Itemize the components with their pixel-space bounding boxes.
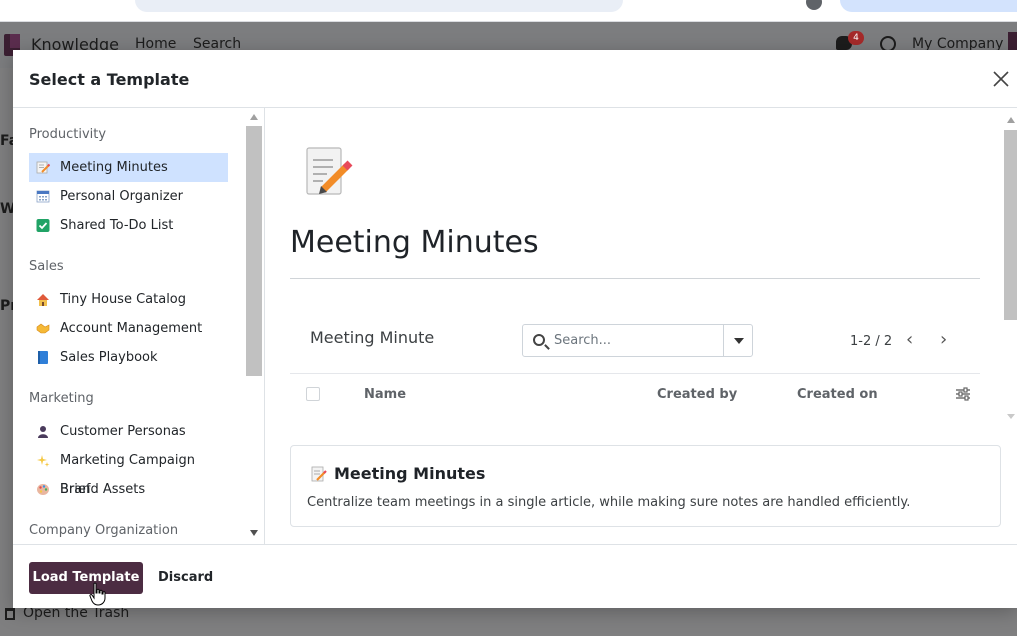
scroll-down-arrow-icon[interactable]	[1007, 414, 1015, 419]
template-preview[interactable]: Meeting Minutes Meeting Minute 1-2 / 2 ‹…	[266, 108, 1017, 544]
sidebar-item-tiny-house-catalog[interactable]: Tiny House Catalog	[29, 285, 228, 314]
card-description: Centralize team meetings in a single art…	[307, 495, 911, 510]
memo-icon	[36, 161, 50, 174]
search-options-dropdown[interactable]	[723, 325, 753, 356]
pager-value[interactable]: 1-2 / 2	[850, 334, 892, 349]
close-icon[interactable]	[991, 69, 1011, 89]
discard-button[interactable]: Discard	[158, 562, 218, 594]
section-sales: Sales	[29, 259, 64, 274]
sidebar-item-label: Customer Personas	[60, 424, 186, 439]
chevron-right-icon[interactable]: ›	[940, 330, 960, 350]
app-logo-accent	[10, 34, 20, 48]
sidebar-item-label: Brand Assets	[60, 482, 146, 497]
scroll-down-arrow-icon[interactable]	[250, 530, 258, 536]
list-header: Name Created by Created on	[290, 373, 980, 415]
sidebar-item-label: Account Management	[60, 321, 203, 336]
template-card[interactable]: Meeting Minutes Centralize team meetings…	[290, 445, 1001, 527]
sidebar-item-brand-assets[interactable]: Brand Assets	[29, 475, 228, 504]
column-created-by[interactable]: Created by	[657, 387, 737, 402]
search-icon	[533, 334, 545, 346]
person-silhouette-icon	[38, 426, 48, 438]
preview-scrollbar[interactable]	[1004, 130, 1017, 320]
scroll-up-arrow-icon[interactable]	[250, 114, 258, 120]
title-divider	[290, 278, 980, 279]
browser-toolbar	[0, 0, 1017, 22]
sidebar-item-meeting-minutes[interactable]: Meeting Minutes	[29, 153, 228, 182]
section-productivity: Productivity	[29, 127, 107, 142]
sidebar-item-customer-personas[interactable]: Customer Personas	[29, 417, 228, 446]
sidebar-item-marketing-campaign-brief[interactable]: Marketing Campaign Brief	[29, 446, 228, 497]
dialog-header: Select a Template	[13, 50, 1017, 108]
sidebar-item-account-management[interactable]: Account Management	[29, 314, 228, 343]
search-box	[522, 324, 753, 357]
palette-icon	[37, 484, 49, 495]
check-box-icon	[36, 219, 50, 232]
sparkles-icon	[37, 455, 50, 467]
memo-icon	[306, 147, 353, 195]
sidebar-item-label: Shared To-Do List	[60, 218, 174, 233]
hand-cursor-icon	[89, 582, 106, 606]
profile-avatar[interactable]	[806, 0, 822, 10]
address-bar[interactable]	[135, 0, 623, 12]
search-input[interactable]	[554, 325, 722, 356]
column-name[interactable]: Name	[364, 387, 406, 402]
sidebar-item-sales-playbook[interactable]: Sales Playbook	[29, 343, 228, 372]
browser-action-button[interactable]	[840, 0, 1017, 12]
blue-book-icon	[38, 351, 48, 364]
sidebar-item-label: Personal Organizer	[60, 189, 183, 204]
template-sidebar[interactable]: Productivity Meeting Minutes Personal Or…	[13, 108, 265, 544]
section-company-organization: Company Organization	[29, 523, 179, 538]
messages-badge: 4	[848, 31, 864, 45]
sidebar-item-label: Meeting Minutes	[60, 160, 168, 175]
select-all-checkbox[interactable]	[306, 387, 320, 401]
chevron-left-icon[interactable]: ‹	[906, 330, 926, 350]
house-icon	[37, 294, 49, 306]
handshake-icon	[36, 323, 50, 334]
sidebar-item-label: Sales Playbook	[60, 350, 158, 365]
column-created-on[interactable]: Created on	[797, 387, 878, 402]
trash-icon	[5, 608, 15, 620]
card-title: Meeting Minutes	[334, 464, 486, 483]
memo-icon	[311, 466, 327, 482]
preview-title: Meeting Minutes	[290, 225, 539, 260]
optional-columns-icon[interactable]	[955, 387, 971, 401]
load-template-button[interactable]: Load Template	[29, 562, 143, 594]
sidebar-item-shared-todo[interactable]: Shared To-Do List	[29, 211, 228, 240]
dialog-footer: Load Template Discard	[13, 544, 1017, 608]
embedded-view-label: Meeting Minute	[310, 328, 435, 347]
dialog-title: Select a Template	[29, 70, 190, 89]
section-marketing: Marketing	[29, 391, 94, 406]
sidebar-scrollbar[interactable]	[246, 126, 262, 376]
sidebar-item-label: Tiny House Catalog	[60, 292, 187, 307]
template-dialog: Select a Template Productivity Meeting M…	[13, 50, 1017, 608]
sidebar-item-personal-organizer[interactable]: Personal Organizer	[29, 182, 228, 211]
scroll-up-arrow-icon[interactable]	[1007, 117, 1015, 123]
calendar-icon	[36, 190, 50, 203]
